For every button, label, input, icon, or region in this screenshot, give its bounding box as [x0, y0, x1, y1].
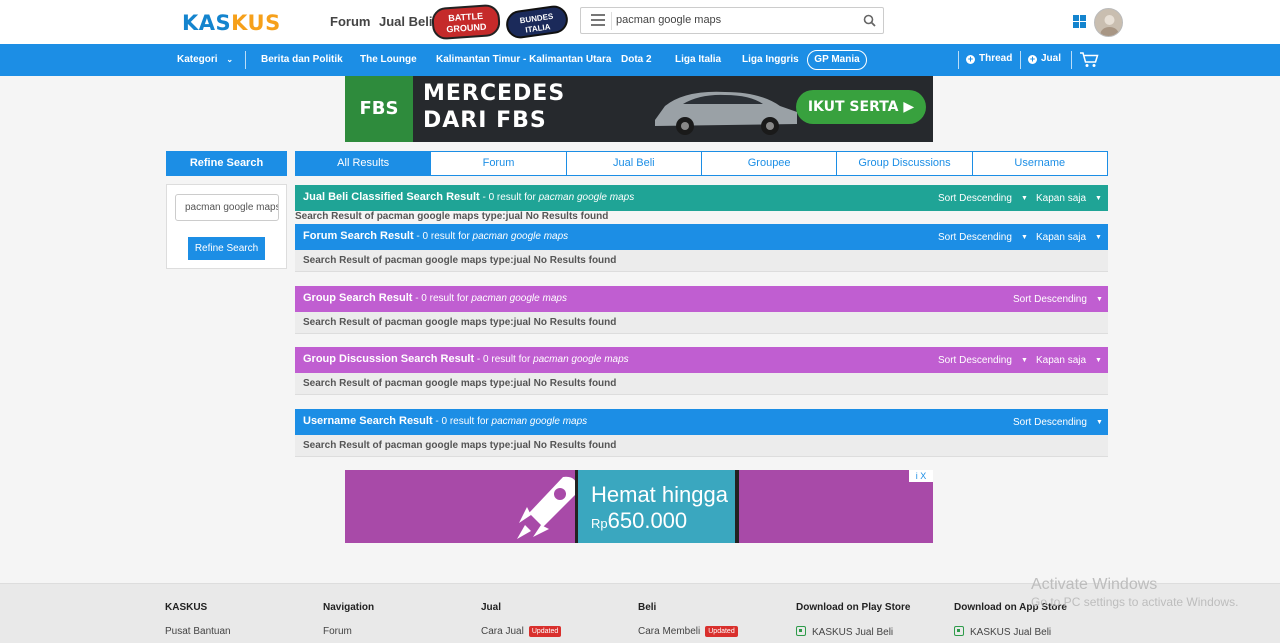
updated-badge: Updated — [705, 626, 738, 637]
category-link[interactable]: Liga Inggris — [742, 54, 799, 65]
tab-jual-beli[interactable]: Jual Beli — [566, 151, 702, 176]
search-input[interactable]: pacman google maps — [616, 14, 721, 26]
apps-grid-icon[interactable] — [1073, 15, 1086, 28]
nav-forum[interactable]: Forum — [330, 14, 370, 29]
caret-down-icon: ▼ — [1095, 296, 1103, 303]
no-results-message: Search Result of pacman google maps type… — [295, 312, 1108, 334]
plus-icon: + — [966, 54, 975, 64]
bottom-advertisement[interactable]: Hemat hingga Rp650.000 i X — [345, 470, 933, 543]
section-title: Username Search Result — [303, 415, 433, 427]
no-results-message: Search Result of pacman google maps type… — [295, 435, 1108, 457]
tab-groupee[interactable]: Groupee — [701, 151, 838, 176]
search-bar[interactable]: pacman google maps — [580, 7, 884, 34]
group-result-header: Group Search Result - 0 result for pacma… — [295, 286, 1108, 312]
battleground-badge[interactable]: BATTLE GROUND — [430, 3, 502, 41]
kategori-dropdown[interactable]: Kategori ⌄ — [177, 54, 233, 65]
top-advertisement[interactable]: FBS MERCEDES DARI FBS IKUT SERTA ▶ — [345, 76, 933, 142]
refine-search-button[interactable]: Refine Search — [188, 237, 265, 260]
tab-username[interactable]: Username — [972, 151, 1108, 176]
section-title: Forum Search Result — [303, 230, 414, 242]
jualbeli-result-header: Jual Beli Classified Search Result - 0 r… — [295, 185, 1108, 211]
sort-dropdown[interactable]: Sort Descending ▼ — [1013, 417, 1103, 428]
footer-heading: KASKUS — [165, 602, 208, 613]
caret-down-icon: ▼ — [1095, 234, 1102, 241]
footer-link[interactable]: KASKUS Jual Beli — [970, 627, 1051, 638]
caret-down-icon: ▼ — [1020, 357, 1028, 364]
no-results-message: Search Result of pacman google maps type… — [295, 211, 609, 222]
no-results-message: Search Result of pacman google maps type… — [295, 373, 1108, 395]
time-filter-dropdown[interactable]: Kapan saja ▼ — [1036, 193, 1102, 204]
forum-result-header: Forum Search Result - 0 result for pacma… — [295, 224, 1108, 250]
car-image — [655, 91, 797, 135]
kaskus-logo[interactable]: KASKUS — [182, 11, 281, 35]
chevron-down-icon: ⌄ — [226, 55, 234, 64]
sort-dropdown[interactable]: Sort Descending ▼ — [938, 232, 1028, 243]
sort-dropdown[interactable]: Sort Descending ▼ — [938, 355, 1028, 366]
refine-search-header: Refine Search — [166, 151, 287, 176]
ad-headline: Hemat hingga — [591, 482, 728, 507]
footer-heading: Navigation — [323, 602, 375, 613]
no-results-message: Search Result of pacman google maps type… — [295, 250, 1108, 272]
cart-icon[interactable] — [1079, 52, 1099, 68]
nav-jual-beli[interactable]: Jual Beli — [379, 14, 432, 29]
create-thread-button[interactable]: + Thread — [966, 53, 1012, 64]
fbs-logo: FBS — [345, 76, 413, 142]
footer-link[interactable]: Cara Membeli — [638, 626, 700, 637]
category-link[interactable]: Liga Italia — [675, 54, 721, 65]
sort-dropdown[interactable]: Sort Descending ▼ — [1013, 294, 1103, 305]
category-link[interactable]: Kalimantan Timur - Kalimantan Utara — [436, 54, 611, 65]
ikut-serta-button[interactable]: IKUT SERTA ▶ — [796, 90, 926, 124]
category-link[interactable]: Berita dan Politik — [261, 54, 343, 65]
avatar[interactable] — [1094, 8, 1123, 37]
group-discussion-result-header: Group Discussion Search Result - 0 resul… — [295, 347, 1108, 373]
tab-group-discussions[interactable]: Group Discussions — [837, 151, 973, 176]
footer-link[interactable]: Pusat Bantuan — [165, 626, 231, 637]
refine-search-input[interactable]: pacman google maps — [175, 194, 279, 221]
caret-down-icon: ▼ — [1095, 195, 1102, 202]
ad-headline: MERCEDES — [423, 81, 566, 106]
app-icon — [954, 626, 964, 636]
footer-link[interactable]: Cara Jual — [481, 626, 524, 637]
app-icon — [796, 626, 806, 636]
refine-search-panel: pacman google maps Refine Search — [166, 184, 287, 269]
tab-all-results[interactable]: All Results — [295, 151, 432, 176]
plus-icon: + — [1028, 54, 1037, 64]
adchoices-icon[interactable]: i X — [909, 470, 933, 482]
time-filter-dropdown[interactable]: Kapan saja ▼ — [1036, 232, 1102, 243]
category-bar: Kategori ⌄ Berita dan Politik The Lounge… — [0, 44, 1280, 76]
updated-badge: Updated — [528, 626, 562, 637]
section-title: Group Search Result — [303, 292, 413, 304]
bundesliga-badge[interactable]: BUNDES ITALIA — [504, 3, 570, 41]
gp-mania-button[interactable]: GP Mania — [807, 50, 867, 70]
play-icon: ▶ — [903, 99, 915, 115]
sort-dropdown[interactable]: Sort Descending ▼ — [938, 193, 1028, 204]
category-link[interactable]: Dota 2 — [621, 54, 652, 65]
footer-heading: Jual — [481, 602, 502, 613]
category-link[interactable]: The Lounge — [360, 54, 417, 65]
caret-down-icon: ▼ — [1095, 357, 1102, 364]
caret-down-icon: ▼ — [1020, 234, 1028, 241]
ad-price: Rp650.000 — [591, 508, 688, 533]
caret-down-icon: ▼ — [1095, 419, 1103, 426]
caret-down-icon: ▼ — [1020, 195, 1028, 202]
tab-forum[interactable]: Forum — [431, 151, 567, 176]
footer-link[interactable]: Forum — [323, 626, 374, 637]
username-result-header: Username Search Result - 0 result for pa… — [295, 409, 1108, 435]
create-jual-button[interactable]: + Jual — [1028, 53, 1061, 64]
top-bar: KASKUS Forum Jual Beli BATTLE GROUND BUN… — [0, 0, 1280, 44]
section-title: Jual Beli Classified Search Result — [303, 191, 480, 203]
ad-headline: DARI FBS — [423, 108, 547, 133]
hamburger-icon[interactable] — [591, 14, 605, 26]
footer-heading: Beli — [638, 602, 657, 613]
footer-link[interactable]: KASKUS Jual Beli — [812, 627, 893, 638]
footer-heading: Download on Play Store — [796, 602, 911, 613]
rocket-icon — [517, 476, 578, 539]
search-icon[interactable] — [863, 14, 876, 27]
result-tabs: All Results Forum Jual Beli Groupee Grou… — [295, 151, 1108, 176]
section-title: Group Discussion Search Result — [303, 353, 475, 365]
windows-activation-watermark: Activate Windows Go to PC settings to ac… — [1031, 576, 1239, 609]
time-filter-dropdown[interactable]: Kapan saja ▼ — [1036, 355, 1102, 366]
